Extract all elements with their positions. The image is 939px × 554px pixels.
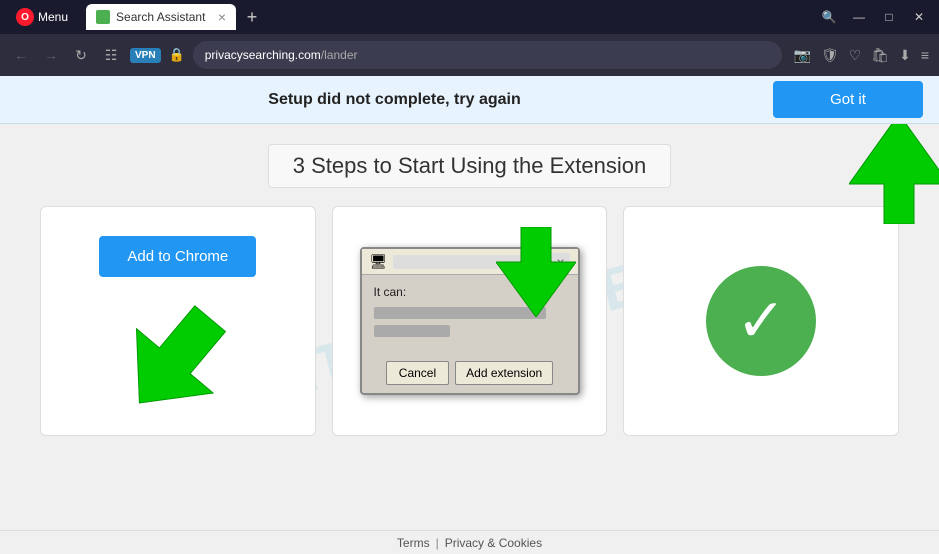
home-grid-button[interactable]: ☷: [100, 44, 122, 66]
dialog-add-button[interactable]: Add extension: [455, 361, 553, 385]
menu-dots-icon[interactable]: ≡: [921, 47, 929, 63]
tab-close-btn[interactable]: ×: [218, 9, 226, 25]
footer-separator: |: [436, 536, 439, 550]
browser-frame: O Menu Search Assistant × + 🔍 — □ ✕ ← → …: [0, 0, 939, 554]
minimize-button[interactable]: —: [847, 5, 871, 29]
check-circle: ✓: [706, 266, 816, 376]
forward-button[interactable]: →: [40, 44, 62, 66]
bag-icon[interactable]: 🛍: [871, 47, 889, 64]
lock-icon: 🔒: [169, 47, 185, 63]
back-button[interactable]: ←: [10, 44, 32, 66]
terms-link[interactable]: Terms: [397, 536, 430, 550]
title-bar: O Menu Search Assistant × + 🔍 — □ ✕: [0, 0, 939, 34]
shield-icon[interactable]: 🛡: [821, 47, 839, 64]
active-tab[interactable]: Search Assistant ×: [86, 4, 236, 30]
step2-arrow: [496, 227, 576, 322]
url-text: privacysearching.com/lander: [205, 48, 358, 62]
dialog-buttons: Cancel Add extension: [362, 353, 578, 393]
step-1-card: Add to Chrome: [40, 206, 316, 436]
opera-menu[interactable]: O Menu: [8, 6, 76, 28]
steps-header: 3 Steps to Start Using the Extension: [268, 144, 671, 188]
step-2-card: 🖥 × It can: Cancel Add extension: [332, 206, 608, 436]
tab-favicon: [96, 10, 110, 24]
opera-logo: O: [16, 8, 34, 26]
download-icon[interactable]: ⬇: [899, 47, 911, 64]
heart-icon[interactable]: ♡: [849, 47, 862, 64]
checkmark-icon: ✓: [736, 291, 786, 351]
url-domain: privacysearching.com: [205, 48, 321, 62]
steps-container: Add to Chrome 🖥: [40, 206, 899, 436]
url-bar[interactable]: privacysearching.com/lander: [193, 41, 782, 69]
camera-icon[interactable]: 📷: [794, 47, 811, 64]
tab-bar: Search Assistant × +: [86, 4, 811, 30]
search-icon[interactable]: 🔍: [817, 5, 841, 29]
close-button[interactable]: ✕: [907, 5, 931, 29]
top-right-arrow: [849, 124, 939, 229]
privacy-link[interactable]: Privacy & Cookies: [445, 536, 542, 550]
url-path: /lander: [321, 48, 358, 62]
step1-arrow: [118, 297, 238, 407]
tab-title: Search Assistant: [116, 10, 205, 24]
add-to-chrome-button[interactable]: Add to Chrome: [99, 236, 256, 277]
address-bar: ← → ↻ ☷ VPN 🔒 privacysearching.com/lande…: [0, 34, 939, 76]
dialog-app-icon: 🖥: [370, 253, 388, 270]
refresh-button[interactable]: ↻: [70, 44, 92, 66]
dialog-cancel-button[interactable]: Cancel: [386, 361, 449, 385]
step-3-card: ✓: [623, 206, 899, 436]
menu-label: Menu: [38, 10, 68, 24]
got-it-button[interactable]: Got it: [773, 81, 923, 118]
notification-text: Setup did not complete, try again: [16, 91, 773, 109]
toolbar-icons: 📷 🛡 ♡ 🛍 ⬇ ≡: [794, 47, 929, 64]
footer: Terms | Privacy & Cookies: [0, 530, 939, 554]
maximize-button[interactable]: □: [877, 5, 901, 29]
window-controls: 🔍 — □ ✕: [817, 5, 931, 29]
main-content: MYANTISPYWARE.COM 3 Steps to Start Using…: [0, 124, 939, 530]
dialog-line-2: [374, 325, 451, 337]
new-tab-button[interactable]: +: [240, 5, 264, 29]
vpn-badge[interactable]: VPN: [130, 48, 161, 63]
notification-bar: Setup did not complete, try again Got it: [0, 76, 939, 124]
